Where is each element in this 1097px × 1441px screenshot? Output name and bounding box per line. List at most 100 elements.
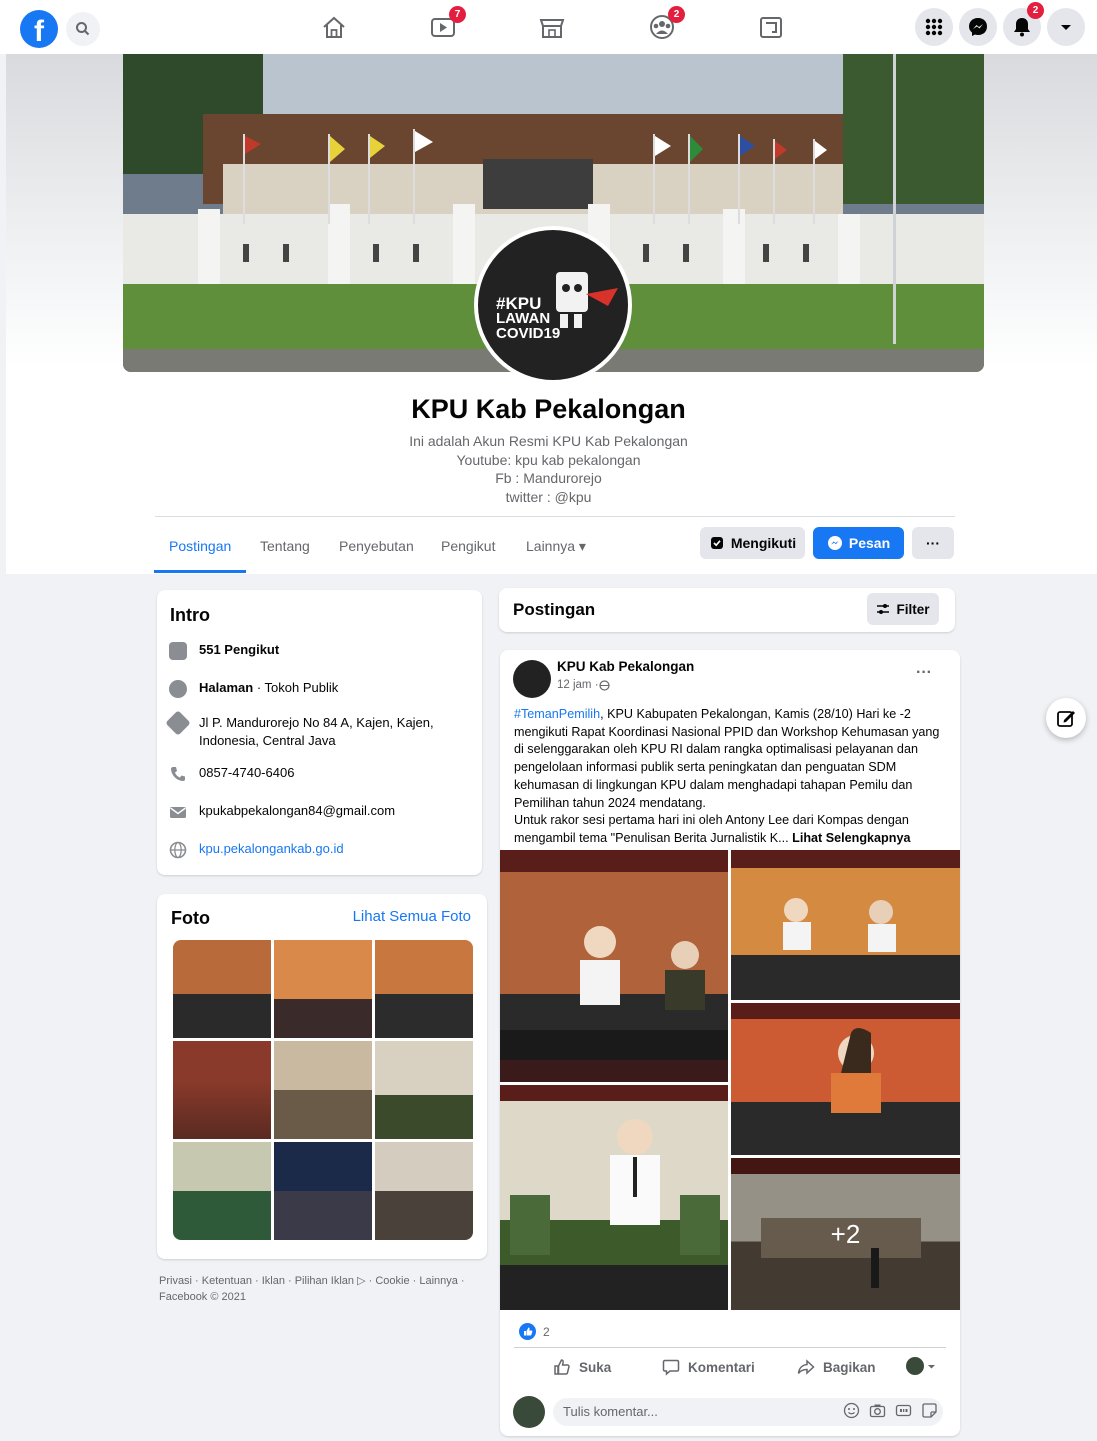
page-type-text: Halaman · Tokoh Publik xyxy=(199,680,338,695)
post-photo-collage: +2 xyxy=(500,850,960,1310)
post-photo[interactable] xyxy=(500,850,728,1082)
photo-thumbnail[interactable] xyxy=(375,940,473,1038)
filter-label: Filter xyxy=(896,601,930,617)
tab-more[interactable]: Lainnya ▾ xyxy=(526,538,586,555)
new-message-button[interactable] xyxy=(1046,698,1086,738)
gif-icon[interactable] xyxy=(895,1402,912,1419)
post-author-name[interactable]: KPU Kab Pekalongan xyxy=(557,659,694,674)
more-actions-button[interactable]: ··· xyxy=(912,527,954,559)
see-all-photos-link[interactable]: Lihat Semua Foto xyxy=(353,908,471,925)
post-photo[interactable] xyxy=(731,850,960,1000)
tab-about[interactable]: Tentang xyxy=(260,538,310,554)
post-hashtag[interactable]: #TemanPemilih xyxy=(514,707,600,721)
like-button[interactable]: Suka xyxy=(553,1358,611,1376)
tab-posts[interactable]: Postingan xyxy=(169,538,231,554)
post-timestamp[interactable]: 12 jam · xyxy=(557,679,610,691)
notifications-badge: 2 xyxy=(1027,2,1044,19)
bio-line: Ini adalah Akun Resmi KPU Kab Pekalongan xyxy=(409,433,688,449)
groups-nav-button[interactable]: 2 xyxy=(642,6,685,44)
page-type-label: Halaman xyxy=(199,680,254,695)
share-button[interactable]: Bagikan xyxy=(797,1358,876,1376)
camera-icon[interactable] xyxy=(869,1402,886,1419)
post-photo[interactable] xyxy=(500,1085,728,1310)
account-menu-button[interactable] xyxy=(1047,8,1085,46)
website-link[interactable]: kpu.pekalongankab.go.id xyxy=(199,841,344,856)
info-icon xyxy=(169,680,187,698)
following-label: Mengikuti xyxy=(730,535,797,551)
tab-mentions[interactable]: Penyebutan xyxy=(339,538,414,554)
bio-line: twitter : @kpu xyxy=(505,488,592,505)
caret-down-icon xyxy=(928,1364,935,1368)
sticker-icon[interactable] xyxy=(921,1402,938,1419)
messenger-icon xyxy=(827,536,842,550)
filter-button[interactable]: Filter xyxy=(867,593,939,625)
post-photo-image xyxy=(731,850,960,952)
photo-thumbnail[interactable] xyxy=(173,1142,271,1240)
home-nav-button[interactable] xyxy=(314,10,354,44)
message-button[interactable]: Pesan xyxy=(813,527,904,559)
photo-thumbnail[interactable] xyxy=(274,940,372,1038)
post-card: KPU Kab Pekalongan 12 jam · ··· #TemanPe… xyxy=(500,650,960,1436)
marketplace-icon xyxy=(539,19,565,38)
gaming-nav-button[interactable] xyxy=(751,10,791,44)
email-address[interactable]: kpukabpekalongan84@gmail.com xyxy=(199,803,395,818)
avatar-slogan-line: COVID19 xyxy=(496,325,561,342)
tabs-divider xyxy=(155,516,955,517)
photo-grid xyxy=(173,940,473,1240)
post-photo-image xyxy=(500,1085,728,1255)
public-globe-icon xyxy=(598,679,610,691)
compose-icon xyxy=(1057,711,1075,727)
post-photo[interactable]: +2 xyxy=(731,1158,960,1310)
like-count: 2 xyxy=(543,1324,550,1339)
intro-card: Intro 551 Pengikut Halaman · Tokoh Publi… xyxy=(157,590,482,875)
photo-thumbnail[interactable] xyxy=(173,1041,271,1139)
notifications-button[interactable]: 2 xyxy=(1003,2,1044,46)
reaction-audience-selector[interactable] xyxy=(906,1357,936,1375)
facebook-logo-icon[interactable]: f xyxy=(20,10,58,48)
photo-thumbnail[interactable] xyxy=(375,1041,473,1139)
video-badge: 7 xyxy=(449,6,466,23)
intro-phone: 0857-4740-6406 xyxy=(169,765,294,783)
tab-followers[interactable]: Pengikut xyxy=(441,538,495,554)
intro-address: Jl P. Mandurorejo No 84 A, Kajen, Kajen,… xyxy=(165,710,469,750)
post-photo[interactable] xyxy=(731,1003,960,1155)
photo-thumbnail[interactable] xyxy=(375,1142,473,1240)
thumbs-up-icon xyxy=(554,1359,570,1375)
followers-icon xyxy=(169,642,187,660)
avatar-slogan-line: LAWAN xyxy=(496,310,551,327)
photo-thumbnail[interactable] xyxy=(173,940,271,1038)
more-icon: ··· xyxy=(926,535,940,551)
more-photos-overlay[interactable]: +2 xyxy=(731,1158,960,1310)
watch-nav-button[interactable]: 7 xyxy=(423,6,466,44)
emoji-icon[interactable] xyxy=(843,1402,860,1419)
current-user-avatar xyxy=(906,1357,924,1375)
bio-line: Fb : Mandurorejo xyxy=(495,470,602,486)
comment-button[interactable]: Komentari xyxy=(662,1358,755,1376)
search-button[interactable] xyxy=(66,12,100,46)
following-button[interactable]: Mengikuti xyxy=(700,527,805,559)
post-author-avatar[interactable] xyxy=(513,660,551,698)
page-title: KPU Kab Pekalongan xyxy=(411,394,686,424)
address-text: Jl P. Mandurorejo No 84 A, Kajen, Kajen,… xyxy=(199,715,434,748)
post-photo-image xyxy=(731,1003,960,1113)
home-icon xyxy=(323,16,345,38)
marketplace-nav-button[interactable] xyxy=(532,10,572,44)
top-navigation-bar: f 7 2 2 xyxy=(0,0,1097,54)
footer-links[interactable]: Privasi · Ketentuan · Iklan · Pilihan Ik… xyxy=(159,1273,489,1305)
intro-followers: 551 Pengikut xyxy=(169,642,279,660)
groups-badge: 2 xyxy=(668,6,685,23)
like-label: Suka xyxy=(579,1359,612,1375)
post-text: , KPU Kabupaten Pekalongan, Kamis (28/10… xyxy=(514,707,940,810)
messenger-button[interactable] xyxy=(959,8,997,46)
reaction-summary[interactable]: 2 xyxy=(519,1323,550,1340)
posts-title: Postingan xyxy=(513,600,596,619)
intro-title: Intro xyxy=(170,605,210,625)
see-more-link[interactable]: Lihat Selengkapnya xyxy=(792,831,910,845)
photo-thumbnail[interactable] xyxy=(274,1142,372,1240)
post-options-button[interactable]: ··· xyxy=(916,664,932,682)
bio-line: Youtube: kpu kab pekalongan xyxy=(456,451,641,468)
menu-button[interactable] xyxy=(915,8,953,46)
profile-avatar[interactable]: #KPU LAWAN COVID19 xyxy=(474,226,632,384)
photo-thumbnail[interactable] xyxy=(274,1041,372,1139)
gaming-icon xyxy=(760,17,782,38)
